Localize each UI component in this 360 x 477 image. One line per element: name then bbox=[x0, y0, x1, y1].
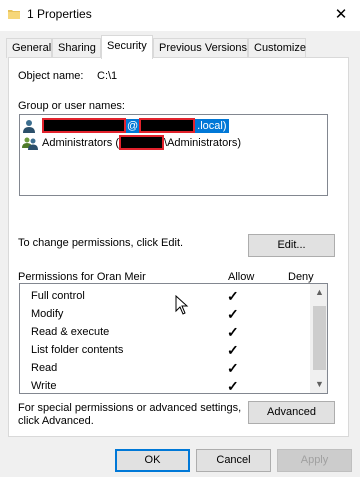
permission-row: Write ✓ bbox=[20, 378, 310, 394]
advanced-button[interactable]: Advanced bbox=[248, 401, 335, 424]
permission-row: Modify ✓ bbox=[20, 306, 310, 324]
title-bar: 1 Properties ✕ bbox=[0, 0, 360, 31]
list-item-administrators[interactable]: Administrators ( \Administrators) bbox=[22, 134, 241, 151]
user-list[interactable]: @ .local) Administrators ( \Administrato… bbox=[19, 114, 328, 196]
change-permissions-text: To change permissions, click Edit. bbox=[18, 237, 184, 249]
check-icon: ✓ bbox=[227, 378, 239, 394]
special-permissions-text-line1: For special permissions or advanced sett… bbox=[18, 402, 242, 414]
dialog-body: General Sharing Security Previous Versio… bbox=[0, 31, 360, 477]
special-permissions-text-line2: click Advanced. bbox=[18, 415, 94, 427]
permissions-scrollbar[interactable]: ▲ ▼ bbox=[310, 284, 327, 393]
mouse-cursor-icon bbox=[175, 295, 189, 315]
permissions-for-label: Permissions for Oran Meir bbox=[18, 271, 146, 283]
check-icon: ✓ bbox=[227, 360, 239, 376]
permissions-list[interactable]: Full control ✓ Modify ✓ Read & execute ✓… bbox=[19, 283, 328, 394]
tab-label: Customize bbox=[254, 42, 306, 54]
tab-label: Previous Versions bbox=[159, 42, 248, 54]
tab-general[interactable]: General bbox=[6, 38, 52, 58]
permission-name: Write bbox=[31, 380, 57, 392]
redacted-machine-name bbox=[119, 135, 165, 150]
check-icon: ✓ bbox=[227, 288, 239, 304]
security-panel: Object name: C:\1 Group or user names: @… bbox=[8, 57, 349, 437]
close-icon[interactable]: ✕ bbox=[322, 0, 360, 31]
tab-label: Sharing bbox=[58, 42, 96, 54]
allow-column-header: Allow bbox=[228, 271, 255, 283]
group-or-user-names-label: Group or user names: bbox=[18, 100, 125, 112]
ok-button[interactable]: OK bbox=[115, 449, 190, 472]
tab-sharing[interactable]: Sharing bbox=[52, 38, 101, 58]
permission-name: Full control bbox=[31, 290, 85, 302]
scroll-thumb[interactable] bbox=[313, 306, 326, 370]
group-icon bbox=[22, 137, 38, 150]
tab-previous-versions[interactable]: Previous Versions bbox=[153, 38, 248, 58]
check-icon: ✓ bbox=[227, 342, 239, 358]
permission-row: List folder contents ✓ bbox=[20, 342, 310, 360]
list-item-user[interactable]: @ .local) bbox=[22, 117, 325, 134]
window-title: 1 Properties bbox=[27, 7, 92, 21]
tab-customize[interactable]: Customize bbox=[248, 38, 306, 58]
permission-row: Read ✓ bbox=[20, 360, 310, 378]
object-name-value: C:\1 bbox=[97, 70, 118, 82]
user-name-suffix: .local) bbox=[195, 118, 229, 133]
apply-button[interactable]: Apply bbox=[277, 449, 352, 472]
scroll-down-icon[interactable]: ▼ bbox=[311, 376, 327, 393]
administrators-suffix: \Administrators) bbox=[164, 136, 242, 149]
permission-name: Read & execute bbox=[31, 326, 110, 338]
permission-row: Full control ✓ bbox=[20, 288, 310, 306]
edit-button[interactable]: Edit... bbox=[248, 234, 335, 257]
cancel-button[interactable]: Cancel bbox=[196, 449, 271, 472]
check-icon: ✓ bbox=[227, 324, 239, 340]
tab-security[interactable]: Security bbox=[101, 35, 153, 59]
administrators-prefix: Administrators ( bbox=[42, 136, 120, 149]
check-icon: ✓ bbox=[227, 306, 239, 322]
scroll-up-icon[interactable]: ▲ bbox=[311, 284, 327, 301]
deny-column-header: Deny bbox=[288, 271, 314, 283]
object-name-label: Object name: bbox=[18, 70, 84, 82]
permission-name: List folder contents bbox=[31, 344, 124, 356]
tab-label: General bbox=[12, 42, 52, 54]
folder-icon bbox=[8, 10, 20, 19]
permission-name: Modify bbox=[31, 308, 64, 320]
user-icon bbox=[23, 119, 35, 133]
redacted-domain bbox=[139, 118, 196, 133]
permission-row: Read & execute ✓ bbox=[20, 324, 310, 342]
permission-name: Read bbox=[31, 362, 58, 374]
tab-label: Security bbox=[107, 40, 147, 52]
user-name-at: @ bbox=[126, 118, 140, 133]
redacted-username bbox=[42, 118, 126, 133]
